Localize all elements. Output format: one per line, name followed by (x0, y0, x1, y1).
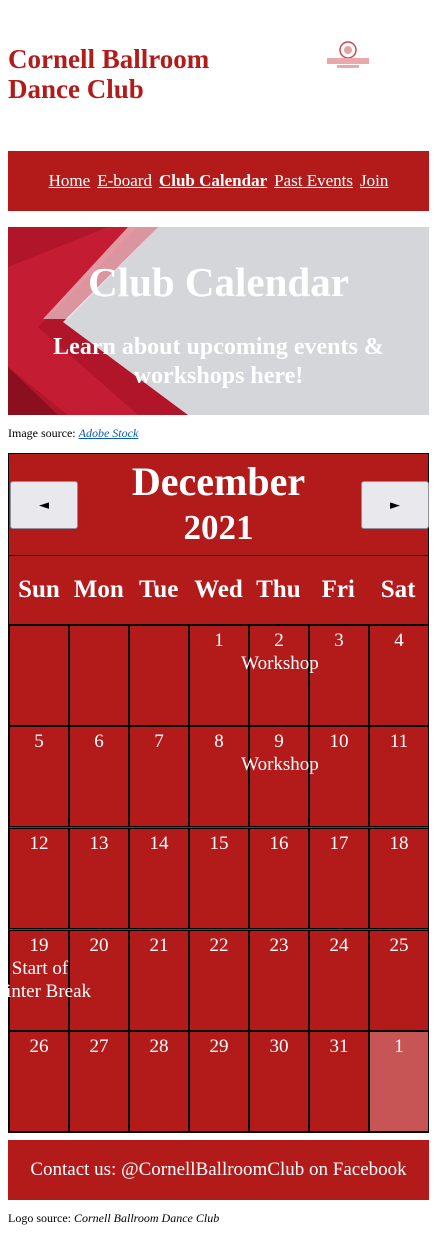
day-number: 27 (89, 1036, 109, 1057)
calendar-header: ◄ December 2021 ► (9, 454, 429, 555)
day-number: 24 (329, 935, 349, 956)
calendar-empty-cell (129, 625, 189, 726)
calendar-day[interactable]: 25 (369, 930, 429, 1031)
day-number: 7 (154, 731, 164, 752)
day-number: 16 (269, 833, 289, 854)
calendar-day[interactable]: 22 (189, 930, 249, 1031)
calendar-day[interactable]: 11 (369, 726, 429, 827)
club-logo (323, 41, 373, 71)
weekday-fri: Fri (321, 576, 355, 603)
next-month-button[interactable]: ► (361, 481, 429, 529)
calendar-day[interactable]: 31 (309, 1031, 369, 1132)
calendar-day[interactable]: 30 (249, 1031, 309, 1132)
calendar-day[interactable]: 5 (9, 726, 69, 827)
image-source-label: Image source: (8, 426, 76, 440)
calendar-event[interactable]: Workshop (220, 753, 340, 776)
logo-source-name: Cornell Ballroom Dance Club (73, 1211, 220, 1225)
day-number: 26 (29, 1036, 49, 1057)
calendar-empty-cell (69, 625, 129, 726)
main-nav: Home E-board Club Calendar Past Events J… (8, 151, 429, 211)
calendar-day[interactable]: 19Start of Winter Break (0, 930, 91, 1031)
day-number: 20 (89, 935, 109, 956)
calendar-day[interactable]: 16 (249, 828, 309, 929)
calendar-day[interactable]: 14 (129, 828, 189, 929)
image-source-link[interactable]: Adobe Stock (79, 426, 139, 440)
weekday-sat: Sat (380, 576, 416, 603)
day-number: 19 (29, 935, 49, 956)
calendar-day[interactable]: 9 Workshop (241, 726, 319, 827)
day-number: 25 (389, 935, 409, 956)
day-number: 17 (329, 833, 349, 854)
weekday-header: Sun Mon Tue Wed Thu Fri Sat (9, 555, 428, 625)
calendar-day[interactable]: 29 (189, 1031, 249, 1132)
site-title: Cornell Ballroom Dance Club (8, 44, 210, 104)
calendar-event[interactable]: Start of Winter Break (0, 957, 100, 1003)
day-number: 1 (214, 630, 224, 651)
calendar-day[interactable]: 26 (9, 1031, 69, 1132)
day-number: 12 (29, 833, 49, 854)
day-number: 2 (274, 630, 284, 651)
calendar-day[interactable]: 27 (69, 1031, 129, 1132)
logo-source-label: Logo source: (8, 1211, 71, 1225)
calendar-day[interactable]: 18 (369, 828, 429, 929)
calendar-day[interactable]: 4 (369, 625, 429, 726)
calendar-day[interactable]: 1 (189, 625, 249, 726)
banner-subtitle: Learn about upcoming events & workshops … (53, 334, 384, 389)
calendar-event[interactable]: Workshop (220, 652, 340, 675)
day-number: 3 (334, 630, 344, 651)
day-number: 30 (269, 1036, 289, 1057)
day-number: 9 (274, 731, 284, 752)
day-number: 28 (149, 1036, 169, 1057)
calendar-day[interactable]: 6 (69, 726, 129, 827)
weekday-wed: Wed (194, 576, 243, 603)
calendar: ◄ December 2021 ► Sun Mon Tue Wed Thu Fr… (0, 453, 429, 1133)
calendar-grid: 1 2 Workshop 3 4 5 6 7 8 9 Workshop 10 11 12 13 14 15 16 1… (0, 625, 429, 1132)
footer-contact: Contact us: @CornellBallroomClub on Face… (8, 1140, 429, 1200)
nav-eboard[interactable]: E-board (97, 171, 152, 191)
day-number: 18 (389, 833, 409, 854)
day-number: 6 (94, 731, 104, 752)
weekday-tue: Tue (138, 576, 179, 603)
day-number: 22 (209, 935, 229, 956)
calendar-day[interactable]: 24 (309, 930, 369, 1031)
day-number: 1 (394, 1036, 404, 1057)
day-number: 29 (209, 1036, 229, 1057)
weekday-sun: Sun (18, 576, 60, 603)
calendar-day[interactable]: 17 (309, 828, 369, 929)
day-number: 5 (34, 731, 44, 752)
logo-source: Logo source: Cornell Ballroom Dance Club (8, 1211, 219, 1226)
nav-home[interactable]: Home (49, 171, 91, 191)
calendar-day[interactable]: 13 (69, 828, 129, 929)
calendar-day[interactable]: 15 (189, 828, 249, 929)
day-number: 23 (269, 935, 289, 956)
day-number: 10 (329, 731, 349, 752)
calendar-day[interactable]: 8 (189, 726, 249, 827)
day-number: 31 (329, 1036, 349, 1057)
calendar-day[interactable]: 7 (129, 726, 189, 827)
calendar-day[interactable]: 3 (309, 625, 369, 726)
calendar-empty-cell (9, 625, 69, 726)
calendar-day[interactable]: 28 (129, 1031, 189, 1132)
nav-past-events[interactable]: Past Events (274, 171, 353, 191)
day-number: 11 (389, 731, 409, 752)
day-number: 14 (149, 833, 169, 854)
weekday-mon: Mon (73, 576, 124, 603)
day-number: 8 (214, 731, 224, 752)
calendar-day[interactable]: 1 (369, 1031, 429, 1132)
calendar-day[interactable]: 21 (129, 930, 189, 1031)
calendar-day[interactable]: 23 (249, 930, 309, 1031)
day-number: 13 (89, 833, 109, 854)
day-number: 4 (394, 630, 404, 651)
calendar-day[interactable]: 2 Workshop (241, 625, 319, 726)
banner-title: Club Calendar (88, 259, 349, 305)
image-source: Image source: Adobe Stock (8, 426, 138, 441)
weekday-thu: Thu (256, 576, 301, 603)
calendar-day[interactable]: 12 (9, 828, 69, 929)
nav-join[interactable]: Join (360, 171, 388, 191)
day-number: 21 (149, 935, 169, 956)
calendar-day[interactable]: 10 (309, 726, 369, 827)
day-number: 15 (209, 833, 229, 854)
hero-banner: Club Calendar Learn about upcoming event… (8, 227, 429, 415)
nav-club-calendar[interactable]: Club Calendar (159, 171, 267, 191)
